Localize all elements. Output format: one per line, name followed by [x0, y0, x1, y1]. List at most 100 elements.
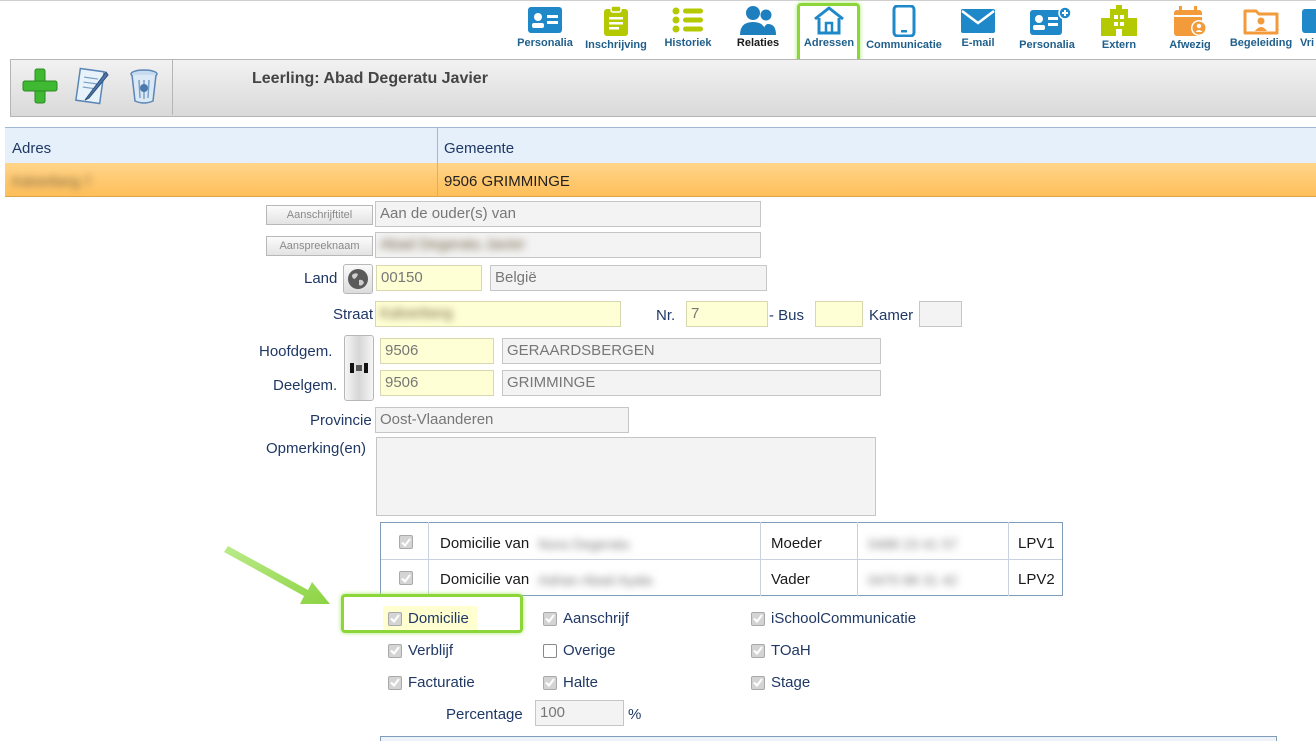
land-name-field[interactable]: België — [490, 265, 767, 291]
checkbox — [388, 643, 402, 658]
nav-email[interactable]: E-mail — [956, 2, 1000, 58]
check-verblijf[interactable]: Verblijf — [388, 642, 453, 659]
nr-label: Nr. — [656, 307, 676, 324]
hoofdgem-code-field[interactable]: 9506 — [380, 338, 494, 364]
checkbox-label: Verblijf — [408, 642, 454, 659]
nav-label: Relaties — [736, 37, 780, 49]
trash-icon — [130, 69, 158, 104]
checkbox-label: Overige — [563, 642, 616, 659]
check-facturatie[interactable]: Facturatie — [388, 674, 475, 691]
checkbox-label: Halte — [563, 674, 599, 691]
check-icon — [390, 678, 400, 687]
check-icon — [753, 646, 763, 655]
phone-icon — [892, 5, 916, 37]
domicile-code: LPV1 — [1018, 535, 1055, 552]
checkbox — [543, 675, 557, 690]
users-icon — [740, 6, 776, 35]
domicile-checkbox[interactable] — [399, 571, 413, 585]
nav-label: Communicatie — [866, 39, 942, 51]
nav-begeleiding[interactable]: Begeleiding — [1228, 2, 1294, 58]
provincie-field[interactable]: Oost-Vlaanderen — [375, 407, 629, 433]
lookup-icon — [350, 363, 368, 373]
domicile-name: Adrian Abad Ayala — [538, 572, 653, 588]
grid-header-gemeente[interactable]: Gemeente — [444, 140, 514, 157]
domicile-name: Nora Degeratu — [538, 536, 630, 552]
nav-inschrijving[interactable]: Inschrijving — [584, 2, 648, 58]
domicile-code: LPV2 — [1018, 571, 1055, 588]
aanschrijftitel-button[interactable]: Aanschrijftitel — [266, 205, 373, 225]
nav-historiek[interactable]: Historiek — [660, 2, 716, 58]
check-halte[interactable]: Halte — [543, 674, 598, 691]
domicile-relation: Vader — [771, 571, 810, 588]
nr-field[interactable]: 7 — [686, 301, 768, 327]
nav-communicatie[interactable]: Communicatie — [866, 2, 942, 58]
check-stage[interactable]: Stage — [751, 674, 810, 691]
check-aanschrijf[interactable]: Aanschrijf — [543, 610, 629, 627]
checkbox-label: TOaH — [771, 642, 811, 659]
nav-label: Afwezig — [1169, 39, 1211, 51]
deelgem-code-field[interactable]: 9506 — [380, 370, 494, 396]
provincie-label: Provincie — [310, 412, 372, 429]
nav-personalia-plus[interactable]: Personalia — [1012, 2, 1082, 58]
bus-label: - Bus — [769, 307, 805, 324]
edit-button[interactable] — [70, 64, 114, 108]
check-icon — [753, 614, 763, 623]
aanschrijftitel-field[interactable]: Aan de ouder(s) van — [375, 201, 761, 227]
domicile-text: Domicilie van — [440, 535, 530, 552]
deelgem-label: Deelgem. — [273, 377, 338, 394]
hoofdgem-name-field[interactable]: GERAARDSBERGEN — [502, 338, 881, 364]
land-label: Land — [304, 270, 338, 287]
column-divider — [1008, 522, 1009, 596]
percentage-unit: % — [628, 706, 642, 723]
add-button[interactable] — [18, 64, 62, 108]
checkbox-label: iSchoolCommunicatie — [771, 610, 917, 627]
building-icon — [1101, 5, 1137, 36]
nav-personalia[interactable]: Personalia — [514, 2, 576, 58]
column-divider — [428, 522, 429, 596]
grid-header-adres[interactable]: Adres — [12, 140, 51, 157]
arrow-icon — [224, 546, 330, 604]
straat-label: Straat — [333, 306, 374, 323]
list-icon — [672, 7, 703, 33]
straat-field[interactable]: Kalverberg — [375, 301, 621, 327]
aanspreeknaam-button[interactable]: Aanspreeknaam — [266, 236, 373, 256]
domicilie-highlight — [341, 594, 523, 633]
bus-field[interactable] — [815, 301, 863, 327]
nav-label: Begeleiding — [1229, 37, 1293, 49]
aanspreeknaam-field[interactable]: Abad Degeratu Javier — [375, 232, 761, 258]
nav-label: Inschrijving — [585, 39, 647, 51]
check-toah[interactable]: TOaH — [751, 642, 811, 659]
nav-afwezig[interactable]: Afwezig — [1164, 2, 1216, 58]
nav-vri[interactable]: Vri — [1300, 2, 1316, 58]
domicile-phone: 0470 88 31 42 — [868, 572, 958, 588]
checkbox — [751, 643, 765, 658]
table-row[interactable] — [5, 163, 1316, 197]
id-card-plus-icon — [1030, 6, 1072, 35]
hoofdgem-label: Hoofdgem. — [259, 343, 333, 360]
domicile-relation: Moeder — [771, 535, 822, 552]
check-overige[interactable]: Overige — [543, 642, 616, 659]
domicile-text: Domicilie van — [440, 571, 530, 588]
gemeente-lookup-button[interactable] — [344, 335, 374, 401]
globe-icon — [348, 269, 368, 289]
mail-icon — [961, 9, 995, 33]
opmerking-label: Opmerking(en) — [266, 440, 367, 457]
opmerking-textarea[interactable] — [376, 437, 876, 516]
nav-extern[interactable]: Extern — [1096, 2, 1142, 58]
checkbox — [543, 611, 557, 626]
check-icon — [390, 646, 400, 655]
land-lookup-button[interactable] — [343, 264, 373, 294]
check-ischoolcommunicatie[interactable]: iSchoolCommunicatie — [751, 610, 916, 627]
grid-cell-gemeente: 9506 GRIMMINGE — [444, 173, 570, 190]
toolbar — [10, 59, 1316, 117]
deelgem-name-field[interactable]: GRIMMINGE — [502, 370, 881, 396]
nav-label: Personalia — [517, 37, 573, 49]
edit-icon — [75, 67, 109, 105]
delete-button[interactable] — [122, 64, 166, 108]
domicile-checkbox[interactable] — [399, 535, 413, 549]
nav-relaties[interactable]: Relaties — [730, 2, 786, 58]
land-code-field[interactable]: 00150 — [376, 265, 482, 291]
checkbox — [543, 643, 557, 658]
kamer-field[interactable] — [919, 301, 962, 327]
percentage-field[interactable]: 100 — [535, 700, 624, 726]
